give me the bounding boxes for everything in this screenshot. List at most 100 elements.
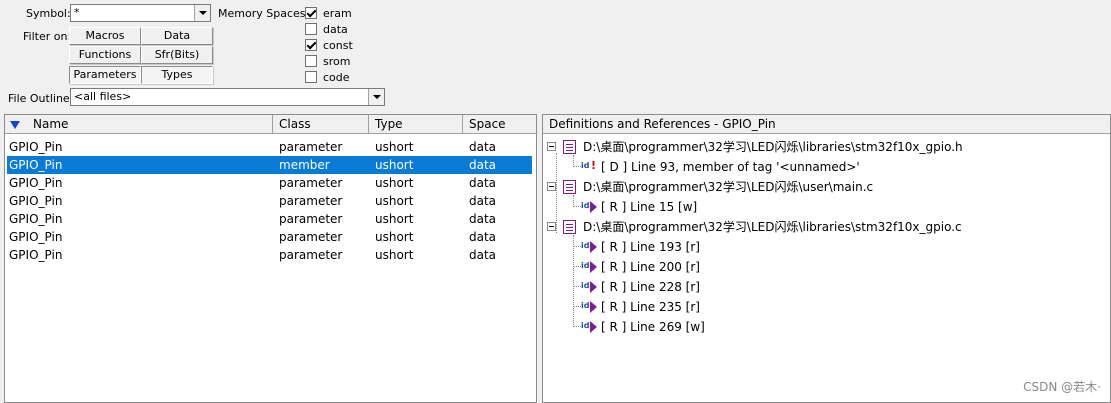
filter-macros-button[interactable]: Macros bbox=[69, 27, 141, 45]
tree-connector bbox=[573, 266, 581, 267]
column-header-type[interactable]: Type bbox=[369, 115, 463, 134]
tree-connector bbox=[573, 306, 581, 307]
filter-label: Filter on: bbox=[23, 30, 72, 43]
cell-type: ushort bbox=[375, 158, 414, 172]
cell-name: GPIO_Pin bbox=[9, 212, 63, 226]
cell-name: GPIO_Pin bbox=[9, 176, 63, 190]
reference-icon: id bbox=[581, 200, 597, 214]
cell-type: ushort bbox=[375, 194, 414, 208]
memory-spaces-label: Memory Spaces: bbox=[218, 7, 310, 20]
filter-parameters-button[interactable]: Parameters bbox=[69, 66, 141, 84]
table-row[interactable]: GPIO_Pin parameter ushort data bbox=[5, 228, 536, 246]
file-outline-label: File Outline: bbox=[8, 92, 74, 105]
cell-name: GPIO_Pin bbox=[9, 248, 63, 262]
cell-type: ushort bbox=[375, 212, 414, 226]
cell-space: data bbox=[469, 176, 497, 190]
tree-ref-node[interactable]: [ R ] Line 228 [r] bbox=[601, 279, 700, 295]
file-icon bbox=[563, 180, 576, 194]
symbol-value: * bbox=[74, 6, 80, 19]
table-row-selected[interactable]: GPIO_Pin member ushort data bbox=[7, 156, 532, 174]
const-checkbox[interactable] bbox=[305, 39, 317, 51]
chevron-down-icon bbox=[372, 95, 381, 99]
cell-space: data bbox=[469, 140, 497, 154]
tree-connector bbox=[573, 166, 581, 167]
tree-ref-node[interactable]: [ R ] Line 200 [r] bbox=[601, 259, 700, 275]
filter-data-button[interactable]: Data bbox=[141, 27, 213, 45]
reference-icon: id bbox=[581, 240, 597, 254]
table-row[interactable]: GPIO_Pin parameter ushort data bbox=[5, 174, 536, 192]
column-header-name[interactable]: Name bbox=[5, 115, 273, 134]
cell-class: parameter bbox=[279, 140, 343, 154]
cell-space: data bbox=[469, 212, 497, 226]
table-row[interactable]: GPIO_Pin parameter ushort data bbox=[5, 138, 536, 156]
file-icon bbox=[563, 140, 576, 154]
tree-ref-node[interactable]: [ D ] Line 93, member of tag '<unnamed>' bbox=[601, 159, 860, 175]
cell-name: GPIO_Pin bbox=[9, 194, 63, 208]
reference-icon: id bbox=[581, 300, 597, 314]
tree-ref-node[interactable]: [ R ] Line 15 [w] bbox=[601, 199, 697, 215]
tree-ref-node[interactable]: [ R ] Line 193 [r] bbox=[601, 239, 700, 255]
symbol-label: Symbol: bbox=[26, 7, 71, 20]
tree-connector bbox=[573, 246, 581, 247]
data-label: data bbox=[323, 22, 348, 36]
cell-space: data bbox=[469, 158, 497, 172]
reference-icon: id bbox=[581, 260, 597, 274]
table-row[interactable]: GPIO_Pin parameter ushort data bbox=[5, 246, 536, 264]
sort-descending-icon bbox=[10, 121, 20, 129]
tree-connector bbox=[573, 326, 581, 327]
code-label: code bbox=[323, 70, 350, 84]
tree-ref-node[interactable]: [ R ] Line 235 [r] bbox=[601, 299, 700, 315]
file-outline-value: <all files> bbox=[74, 90, 132, 103]
memory-space-eram[interactable]: eram bbox=[305, 6, 352, 20]
cell-name: GPIO_Pin bbox=[9, 140, 63, 154]
file-icon bbox=[563, 220, 576, 234]
tree-file-node[interactable]: D:\桌面\programmer\32学习\LED闪烁\libraries\st… bbox=[583, 139, 963, 155]
data-checkbox[interactable] bbox=[305, 23, 317, 35]
references-header: Definitions and References - GPIO_Pin bbox=[543, 115, 1110, 134]
memory-space-data[interactable]: data bbox=[305, 22, 348, 36]
file-outline-combobox[interactable]: <all files> bbox=[70, 88, 385, 106]
cell-type: ushort bbox=[375, 230, 414, 244]
memory-space-srom[interactable]: srom bbox=[305, 54, 350, 68]
filter-functions-button[interactable]: Functions bbox=[69, 46, 141, 64]
cell-class: parameter bbox=[279, 248, 343, 262]
cell-name: GPIO_Pin bbox=[9, 230, 63, 244]
symbol-combobox[interactable]: * bbox=[70, 4, 211, 22]
collapse-toggle[interactable] bbox=[547, 182, 556, 191]
cell-class: parameter bbox=[279, 230, 343, 244]
column-header-name-label: Name bbox=[33, 117, 69, 131]
filter-sfr-bits-button[interactable]: Sfr(Bits) bbox=[141, 46, 213, 64]
memory-space-const[interactable]: const bbox=[305, 38, 353, 52]
filter-types-button[interactable]: Types bbox=[141, 66, 213, 84]
cell-type: ushort bbox=[375, 176, 414, 190]
memory-space-code[interactable]: code bbox=[305, 70, 350, 84]
collapse-toggle[interactable] bbox=[547, 222, 556, 231]
reference-icon: id bbox=[581, 280, 597, 294]
eram-label: eram bbox=[323, 6, 352, 20]
reference-icon: id bbox=[581, 320, 597, 334]
tree-file-node[interactable]: D:\桌面\programmer\32学习\LED闪烁\user\main.c bbox=[583, 179, 873, 195]
cell-class: parameter bbox=[279, 212, 343, 226]
tree-connector bbox=[573, 206, 581, 207]
symbol-dropdown-button[interactable] bbox=[194, 5, 210, 21]
symbols-list[interactable]: Name Class Type Space GPIO_Pin parameter… bbox=[4, 114, 537, 403]
file-outline-dropdown-button[interactable] bbox=[368, 89, 384, 105]
srom-checkbox[interactable] bbox=[305, 55, 317, 67]
cell-space: data bbox=[469, 194, 497, 208]
column-header-class[interactable]: Class bbox=[273, 115, 369, 134]
cell-type: ushort bbox=[375, 140, 414, 154]
tree-ref-node[interactable]: [ R ] Line 269 [w] bbox=[601, 319, 705, 335]
column-header-space[interactable]: Space bbox=[463, 115, 536, 134]
table-row[interactable]: GPIO_Pin parameter ushort data bbox=[5, 210, 536, 228]
definition-icon: id! bbox=[581, 159, 597, 172]
watermark: CSDN @若木· bbox=[1023, 380, 1101, 394]
srom-label: srom bbox=[323, 54, 351, 68]
chevron-down-icon bbox=[198, 11, 207, 15]
cell-name: GPIO_Pin bbox=[9, 158, 63, 172]
references-tree[interactable]: Definitions and References - GPIO_Pin D:… bbox=[542, 114, 1111, 403]
tree-file-node[interactable]: D:\桌面\programmer\32学习\LED闪烁\libraries\st… bbox=[583, 219, 962, 235]
code-checkbox[interactable] bbox=[305, 71, 317, 83]
collapse-toggle[interactable] bbox=[547, 142, 556, 151]
table-row[interactable]: GPIO_Pin parameter ushort data bbox=[5, 192, 536, 210]
eram-checkbox[interactable] bbox=[305, 7, 317, 19]
